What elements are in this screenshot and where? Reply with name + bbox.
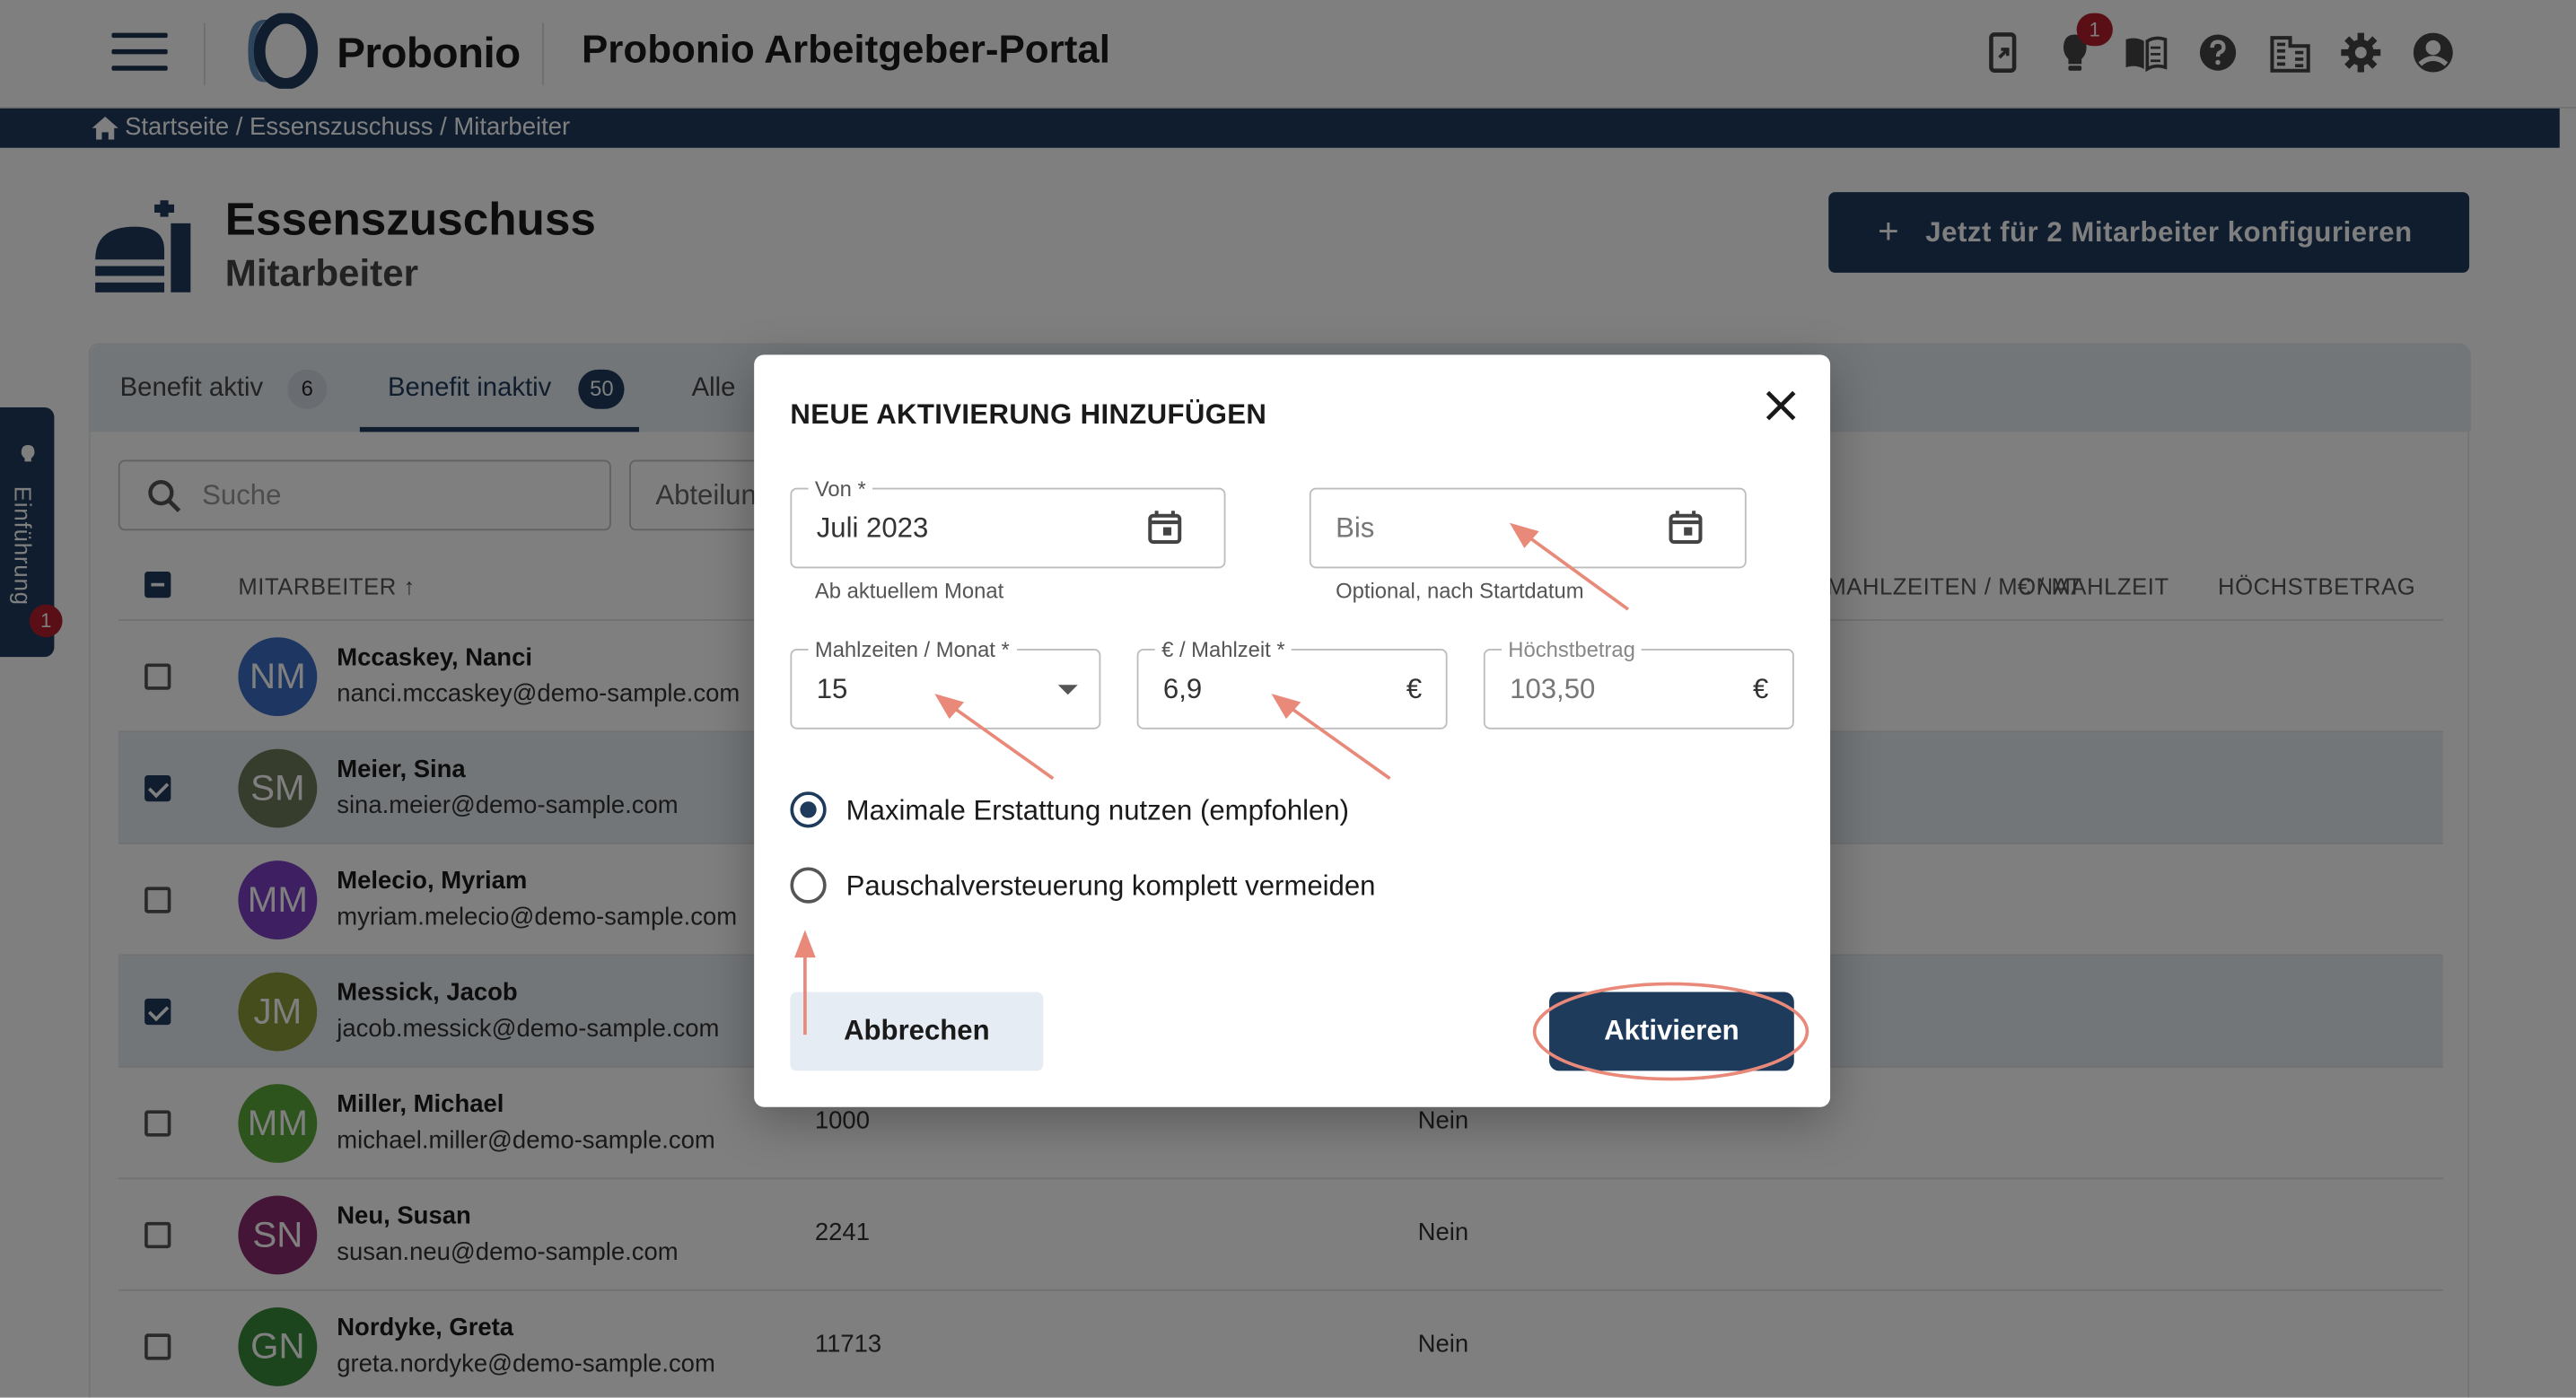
to-date-hint: Optional, nach Startdatum bbox=[1336, 578, 1584, 603]
activate-button[interactable]: Aktivieren bbox=[1549, 992, 1794, 1071]
from-date-field[interactable]: Von * Juli 2023 bbox=[790, 476, 1226, 569]
to-date-field[interactable]: Bis bbox=[1309, 487, 1747, 569]
calendar-icon[interactable] bbox=[1147, 509, 1183, 545]
radio-max-refund-label[interactable]: Maximale Erstattung nutzen (empfohlen) bbox=[846, 795, 1349, 828]
meals-per-month-label: Mahlzeiten / Monat * bbox=[808, 637, 1017, 662]
dialog-title: NEUE AKTIVIERUNG HINZUFÜGEN bbox=[790, 398, 1267, 431]
meals-per-month-value: 15 bbox=[816, 673, 848, 705]
app-page: Probonio Probonio Arbeitgeber-Portal 1 bbox=[0, 0, 2576, 1398]
euro-suffix: € bbox=[1406, 673, 1423, 705]
eur-per-meal-value: 6,9 bbox=[1162, 673, 1203, 705]
radio-avoid-flat-tax[interactable] bbox=[790, 867, 827, 904]
eur-per-meal-label: € / Mahlzeit * bbox=[1154, 637, 1292, 662]
close-icon[interactable] bbox=[1763, 388, 1799, 424]
eur-per-meal-field[interactable]: € / Mahlzeit * 6,9 € bbox=[1136, 637, 1448, 730]
activation-dialog: NEUE AKTIVIERUNG HINZUFÜGEN Von * Juli 2… bbox=[754, 354, 1831, 1107]
from-date-label: Von * bbox=[808, 476, 873, 502]
radio-max-refund[interactable] bbox=[790, 791, 827, 828]
cancel-button[interactable]: Abbrechen bbox=[790, 992, 1044, 1071]
to-date-placeholder: Bis bbox=[1336, 512, 1375, 544]
from-date-hint: Ab aktuellem Monat bbox=[814, 578, 1004, 603]
radio-avoid-flat-tax-label[interactable]: Pauschalversteuerung komplett vermeiden bbox=[846, 870, 1376, 904]
max-amount-label: Höchstbetrag bbox=[1501, 637, 1643, 662]
from-date-value: Juli 2023 bbox=[816, 512, 929, 544]
chevron-down-icon bbox=[1057, 685, 1078, 695]
max-amount-value: 103,50 bbox=[1510, 673, 1596, 705]
meals-per-month-select[interactable]: Mahlzeiten / Monat * 15 bbox=[790, 637, 1101, 730]
calendar-icon[interactable] bbox=[1668, 509, 1704, 545]
max-amount-field: Höchstbetrag 103,50 € bbox=[1483, 637, 1794, 730]
euro-suffix: € bbox=[1753, 673, 1769, 705]
